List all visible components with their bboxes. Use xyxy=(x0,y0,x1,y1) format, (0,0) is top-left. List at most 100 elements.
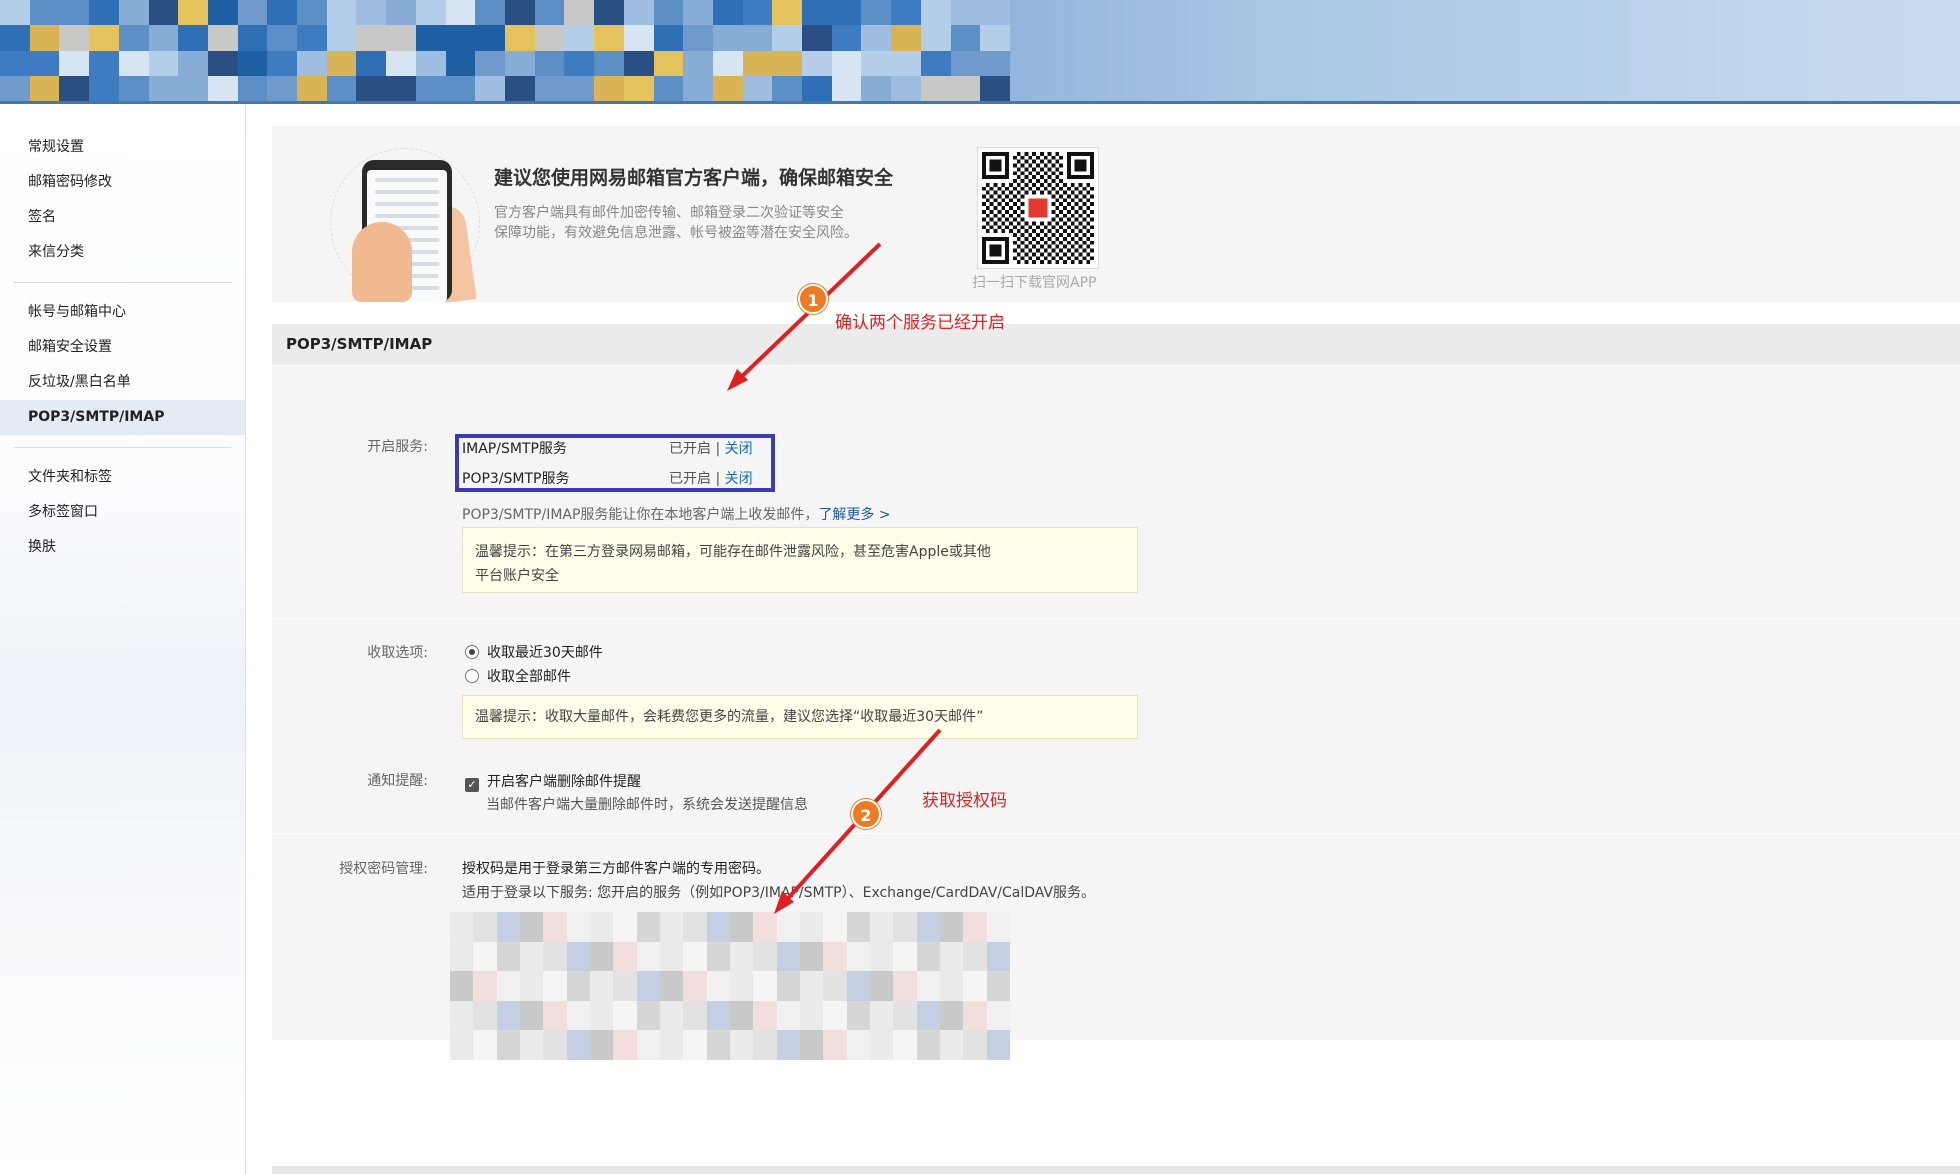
mosaic-cell xyxy=(148,50,179,76)
mosaic-cell xyxy=(59,75,90,101)
mosaic-cell xyxy=(89,0,119,26)
sidebar-item-skin[interactable]: 换肤 xyxy=(0,530,245,565)
blur-cell xyxy=(800,971,824,1001)
sidebar-item-signature[interactable]: 签名 xyxy=(0,200,245,235)
mosaic-cell xyxy=(980,25,1010,51)
mosaic-cell xyxy=(207,50,238,76)
mosaic-cell xyxy=(356,50,387,76)
mosaic-cell xyxy=(891,75,921,101)
mosaic-cell xyxy=(742,50,773,76)
sidebar-item-tabs[interactable]: 多标签窗口 xyxy=(0,495,245,530)
mosaic-cell xyxy=(861,0,892,26)
sidebar-item-folders[interactable]: 文件夹和标签 xyxy=(0,460,245,495)
mosaic-cell xyxy=(148,25,179,51)
mosaic-cell xyxy=(267,50,298,76)
blur-cell xyxy=(753,1030,777,1060)
blur-cell xyxy=(823,1030,847,1060)
blur-cell xyxy=(706,912,730,942)
radio-recent-30-days[interactable]: 收取最近30天邮件 xyxy=(465,642,603,662)
banner-desc-line1: 官方客户端具有邮件加密传输、邮箱登录二次验证等安全 xyxy=(494,205,844,221)
mosaic-cell xyxy=(683,75,713,101)
close-imap-link[interactable]: 关闭 xyxy=(725,441,753,457)
mosaic-cell xyxy=(207,75,238,101)
mosaic-cell xyxy=(980,0,1010,26)
radio-unchecked-icon[interactable] xyxy=(465,669,479,683)
radio-label: 收取全部邮件 xyxy=(487,669,571,685)
blur-cell xyxy=(916,941,940,972)
mosaic-cell xyxy=(415,0,446,26)
blur-cell xyxy=(613,1000,637,1031)
mosaic-cell xyxy=(59,0,90,26)
radio-checked-icon[interactable] xyxy=(465,645,479,659)
app-download-qrcode[interactable] xyxy=(977,147,1099,269)
mosaic-cell xyxy=(920,75,951,101)
mosaic-cell xyxy=(594,25,624,51)
mosaic-cell xyxy=(356,0,387,26)
mosaic-cell xyxy=(29,50,60,76)
learn-more-link[interactable]: 了解更多 > xyxy=(818,507,890,523)
mosaic-cell xyxy=(920,50,951,76)
mosaic-cell xyxy=(623,75,654,101)
service-state: 已开启 | 关闭 xyxy=(669,438,753,458)
sidebar-item-security[interactable]: 邮箱安全设置 xyxy=(0,330,245,365)
blur-cell xyxy=(543,1030,567,1060)
blur-cell xyxy=(636,912,660,942)
mosaic-cell xyxy=(445,25,476,51)
blur-cell xyxy=(566,971,590,1001)
blur-cell xyxy=(963,941,987,972)
blur-cell xyxy=(496,912,520,942)
mosaic-cell xyxy=(326,50,357,76)
mosaic-cell xyxy=(653,0,684,26)
blur-cell xyxy=(940,1030,964,1060)
blur-cell xyxy=(450,1000,474,1031)
blur-cell xyxy=(660,941,684,972)
blur-cell xyxy=(776,941,800,972)
notify-checkbox[interactable]: ✓ 开启客户端删除邮件提醒 xyxy=(465,771,641,792)
services-panel: 开启服务: IMAP/SMTP服务 已开启 | 关闭 POP3/SMTP服务 已… xyxy=(272,366,1960,618)
blur-cell xyxy=(916,1000,940,1031)
thumb-illustration xyxy=(352,222,412,302)
blur-cell xyxy=(636,971,660,1001)
blur-cell xyxy=(776,1000,800,1031)
receive-panel: 收取选项: 收取最近30天邮件 收取全部邮件 温馨提示：收取大量邮件，会耗费您更… xyxy=(272,619,1960,833)
blur-cell xyxy=(893,912,917,942)
sidebar-item-mail-rules[interactable]: 来信分类 xyxy=(0,235,245,270)
sidebar-item-general[interactable]: 常规设置 xyxy=(0,130,245,165)
mosaic-cell xyxy=(178,50,208,76)
mosaic-cell xyxy=(712,75,743,101)
blur-cell xyxy=(473,971,497,1001)
sidebar-item-pop3-smtp-imap[interactable]: POP3/SMTP/IMAP xyxy=(0,400,245,435)
sidebar-item-password[interactable]: 邮箱密码修改 xyxy=(0,165,245,200)
blur-cell xyxy=(800,1030,824,1060)
mosaic-cell xyxy=(0,0,30,26)
blur-cell xyxy=(660,1030,684,1060)
sidebar-item-spam[interactable]: 反垃圾/黑白名单 xyxy=(0,365,245,400)
blur-cell xyxy=(916,1030,940,1060)
blur-cell xyxy=(450,971,474,1001)
mosaic-cell xyxy=(564,75,595,101)
blur-cell xyxy=(683,912,707,942)
sidebar-item-account-center[interactable]: 帐号与邮箱中心 xyxy=(0,295,245,330)
blur-cell xyxy=(823,941,847,972)
blur-cell xyxy=(566,1000,590,1031)
mosaic-cell xyxy=(980,75,1010,101)
mosaic-cell xyxy=(445,50,476,76)
mosaic-cell xyxy=(237,50,268,76)
mosaic-cell xyxy=(475,50,505,76)
mosaic-cell xyxy=(475,0,505,26)
service-row-pop3: POP3/SMTP服务 已开启 | 关闭 xyxy=(462,468,753,488)
mosaic-cell xyxy=(653,75,684,101)
blurred-logo-mosaic xyxy=(0,0,1010,101)
mosaic-cell xyxy=(29,75,60,101)
close-pop3-link[interactable]: 关闭 xyxy=(725,471,753,487)
mosaic-cell xyxy=(0,75,30,101)
mosaic-cell xyxy=(297,75,327,101)
mosaic-cell xyxy=(920,0,951,26)
blur-cell xyxy=(893,971,917,1001)
blur-cell xyxy=(776,971,800,1001)
checkbox-checked-icon[interactable]: ✓ xyxy=(465,778,479,792)
mosaic-cell xyxy=(118,50,149,76)
radio-all-mail[interactable]: 收取全部邮件 xyxy=(465,666,571,686)
blur-cell xyxy=(846,971,870,1001)
blur-cell xyxy=(590,1030,614,1060)
